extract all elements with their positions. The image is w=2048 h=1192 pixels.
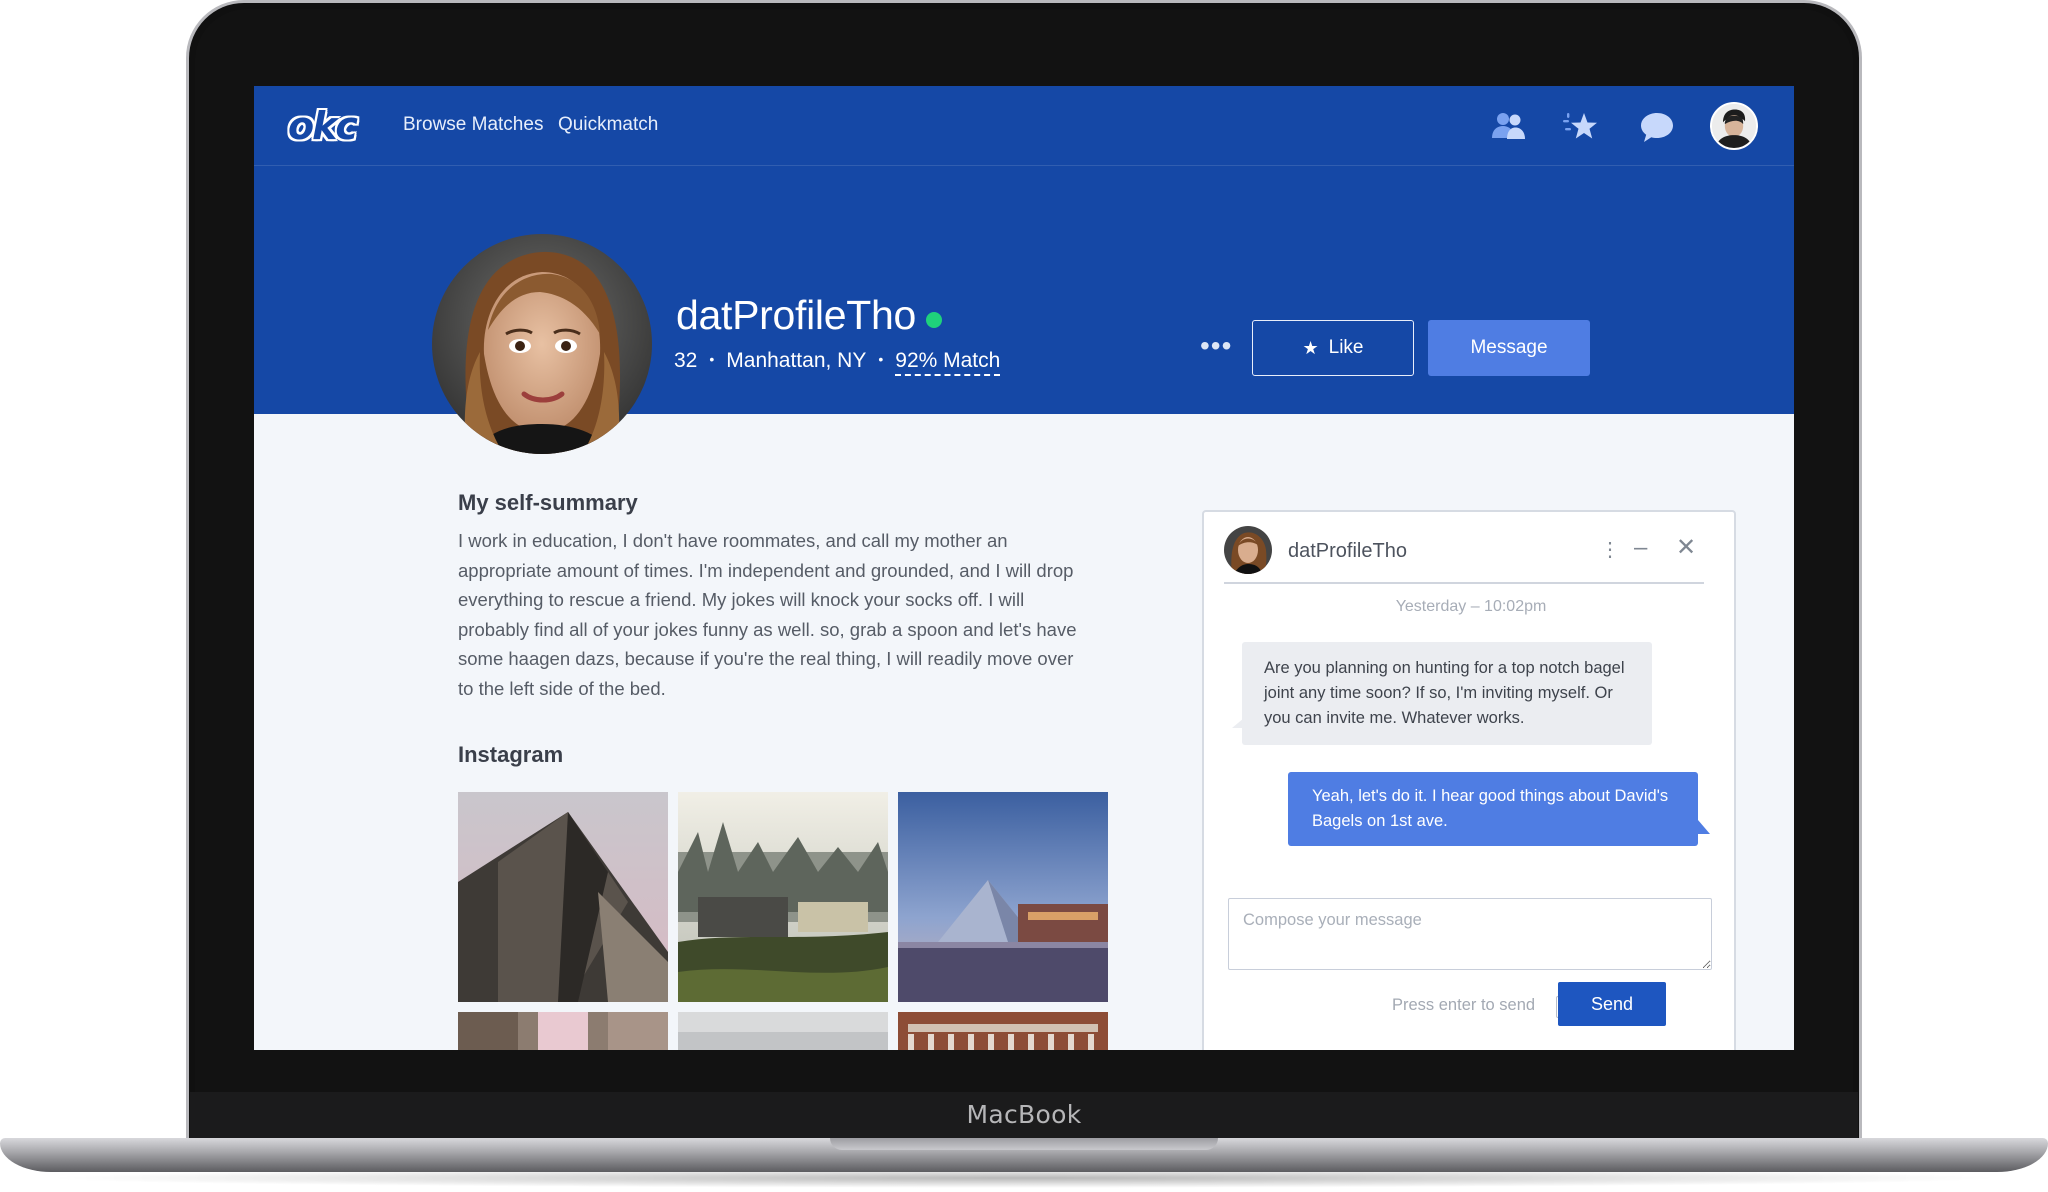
outgoing-message: Yeah, let's do it. I hear good things ab…: [1288, 772, 1710, 846]
chat-header: datProfileTho ⋮ – ✕: [1224, 524, 1704, 584]
incoming-message: Are you planning on hunting for a top no…: [1232, 642, 1652, 745]
self-summary-heading: My self-summary: [458, 490, 638, 515]
laptop-notch: [830, 1138, 1218, 1150]
okc-logo[interactable]: okc: [288, 104, 358, 148]
profile-photo[interactable]: [432, 234, 652, 454]
like-button[interactable]: ★ Like: [1252, 320, 1414, 376]
nav-quickmatch[interactable]: Quickmatch: [558, 114, 658, 136]
stars-icon[interactable]: [1560, 108, 1598, 146]
profile-age: 32: [674, 349, 698, 372]
instagram-photo[interactable]: [898, 792, 1108, 1002]
chat-bubble-icon[interactable]: [1638, 108, 1676, 146]
enter-to-send-label: Press enter to send: [1392, 996, 1536, 1014]
minimize-icon[interactable]: –: [1634, 536, 1647, 560]
laptop-brand-label: MacBook: [966, 1100, 1082, 1129]
self-summary-text: I work in education, I don't have roomma…: [458, 530, 1077, 699]
separator-dot: •: [709, 351, 715, 367]
people-icon[interactable]: [1490, 108, 1528, 146]
send-button[interactable]: Send: [1558, 982, 1666, 1026]
account-avatar[interactable]: [1710, 102, 1758, 150]
compose-message-input[interactable]: [1228, 898, 1712, 970]
chat-contact-name: datProfileTho: [1288, 540, 1407, 562]
instagram-photo[interactable]: [678, 792, 888, 1002]
profile-meta: 32 • Manhattan, NY • 92% Match: [674, 349, 1001, 376]
more-options-button[interactable]: •••: [1200, 332, 1232, 360]
chat-window: datProfileTho ⋮ – ✕ Yesterday – 10:02pm …: [1202, 510, 1736, 1050]
like-button-label: Like: [1328, 337, 1364, 358]
close-icon[interactable]: ✕: [1676, 536, 1696, 560]
instagram-photo[interactable]: [678, 1012, 888, 1050]
chat-avatar[interactable]: [1224, 526, 1272, 574]
instagram-heading: Instagram: [458, 742, 564, 767]
profile-username: datProfileTho: [676, 292, 916, 338]
instagram-photo[interactable]: [458, 792, 668, 1002]
screen: okc Browse Matches Quickmatch datProfile…: [254, 86, 1794, 1050]
top-navigation: okc Browse Matches Quickmatch: [254, 86, 1794, 166]
message-timestamp: Yesterday – 10:02pm: [1395, 598, 1547, 615]
profile-location: Manhattan, NY: [726, 349, 867, 372]
online-status-indicator: [926, 312, 942, 328]
instagram-photo[interactable]: [458, 1012, 668, 1050]
kebab-menu-icon[interactable]: ⋮: [1600, 538, 1620, 562]
separator-dot: •: [878, 351, 884, 367]
nav-browse-matches[interactable]: Browse Matches: [403, 114, 543, 136]
message-button[interactable]: Message: [1428, 320, 1590, 376]
star-icon: ★: [1302, 337, 1319, 358]
match-percentage-link[interactable]: 92% Match: [895, 349, 1001, 376]
instagram-photo[interactable]: [898, 1012, 1108, 1050]
